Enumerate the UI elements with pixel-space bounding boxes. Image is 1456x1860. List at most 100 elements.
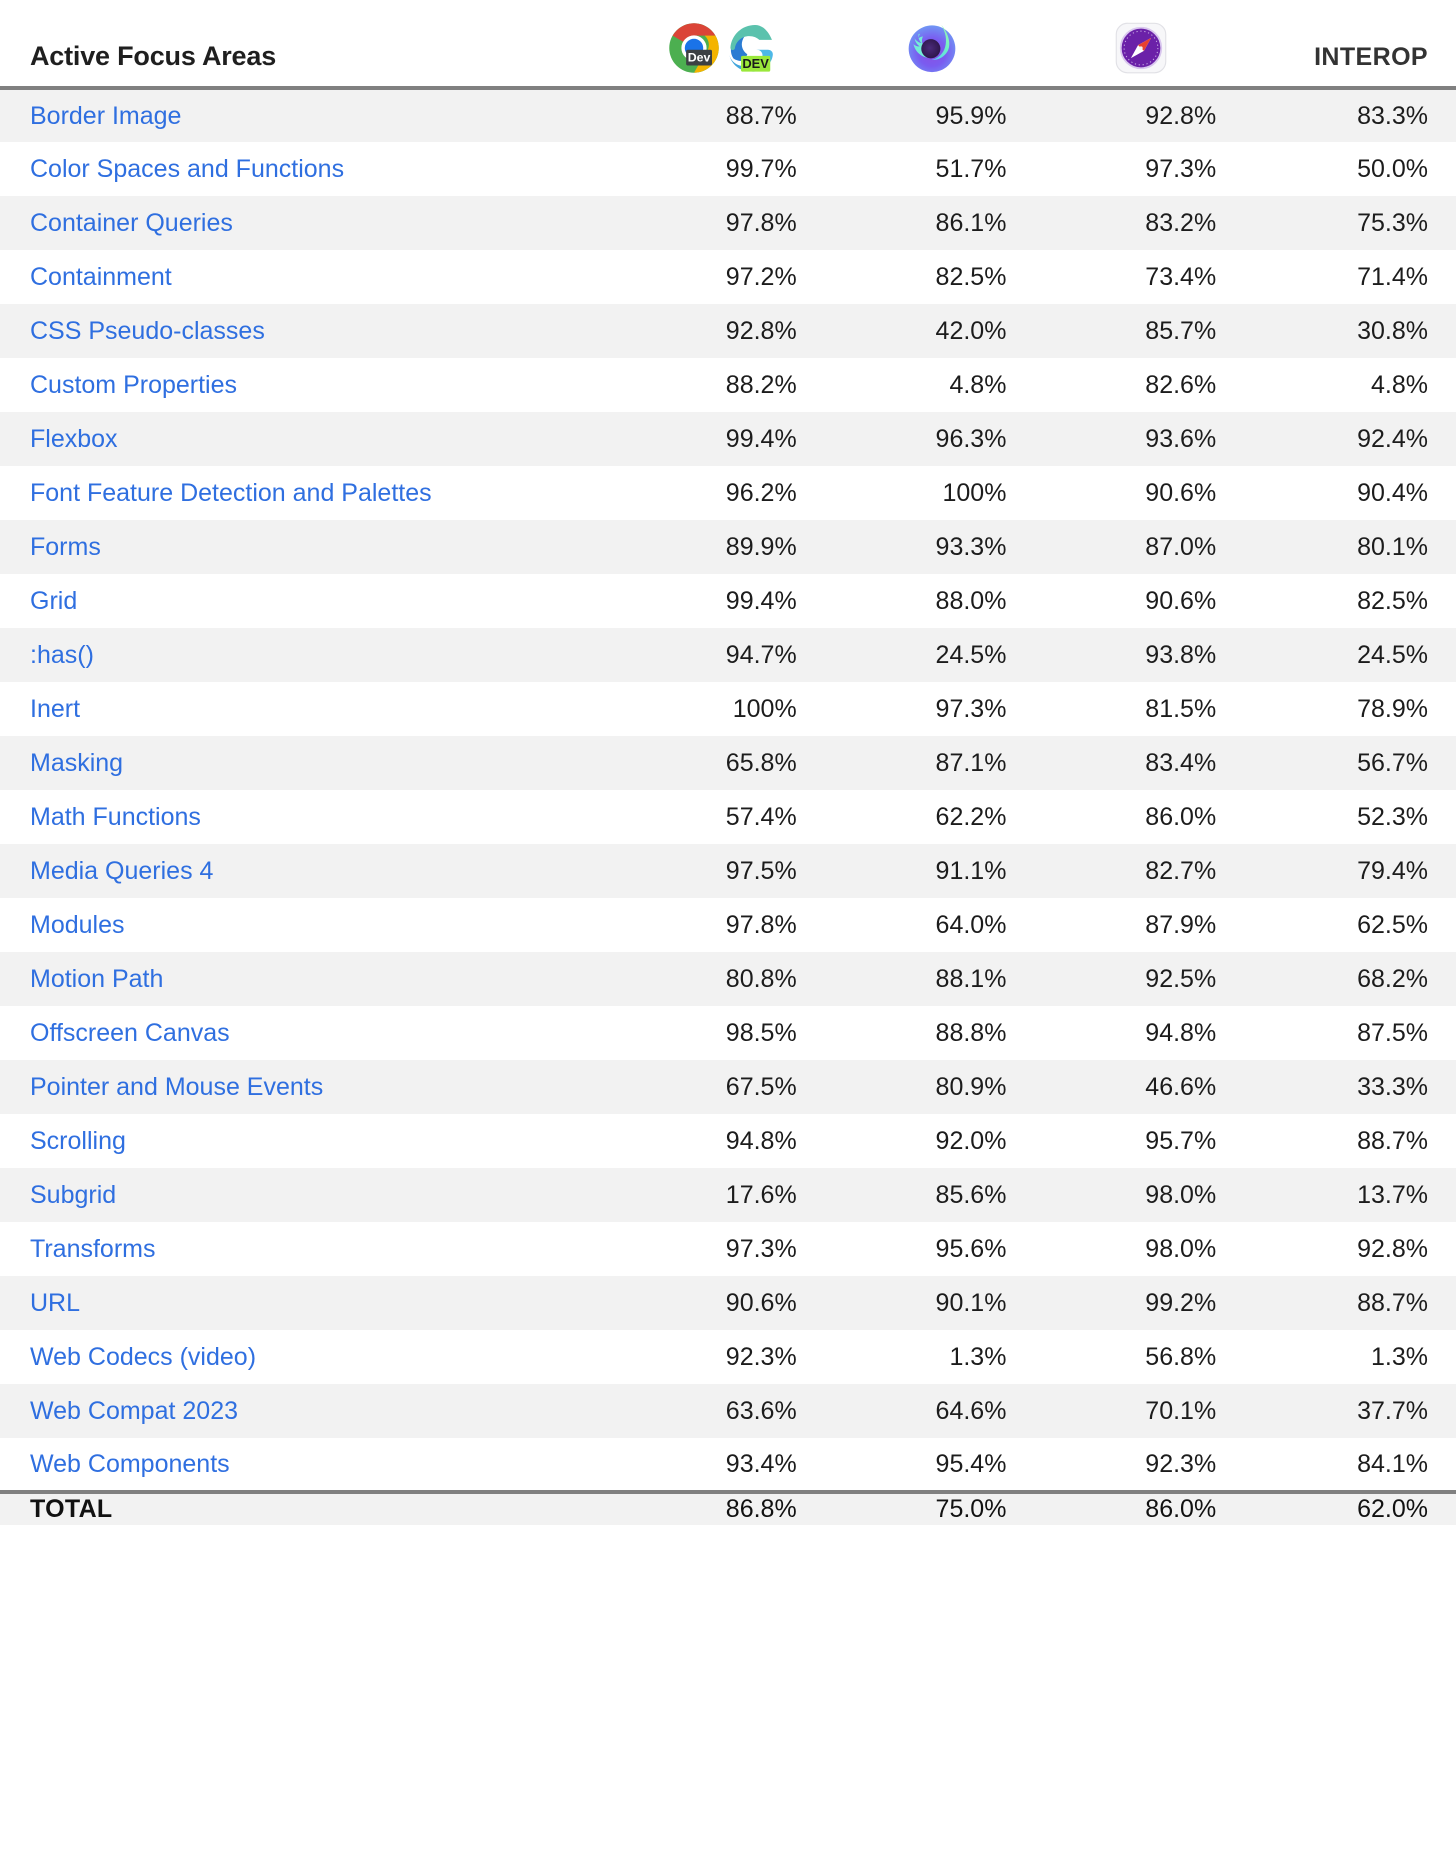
feature-link[interactable]: Math Functions: [30, 803, 201, 831]
score-cell: 71.4%: [1357, 262, 1428, 291]
feature-link[interactable]: Web Compat 2023: [30, 1397, 238, 1425]
feature-link[interactable]: Web Codecs (video): [30, 1343, 256, 1371]
score-cell: 94.8%: [1145, 1018, 1217, 1047]
feature-name-cell: Border Image: [0, 88, 617, 142]
feature-link[interactable]: Forms: [30, 533, 101, 561]
feature-link[interactable]: Pointer and Mouse Events: [30, 1073, 323, 1101]
table-row: Container Queries 97.8% 86.1% 83.2% 75.3%: [0, 196, 1456, 250]
svg-text:DEV: DEV: [742, 56, 769, 71]
feature-link[interactable]: CSS Pseudo-classes: [30, 317, 265, 345]
feature-link[interactable]: Scrolling: [30, 1127, 126, 1155]
score-cell: 95.4%: [935, 1449, 1007, 1478]
feature-link[interactable]: Color Spaces and Functions: [30, 155, 344, 183]
score-cell: 1.3%: [949, 1342, 1007, 1371]
feature-link[interactable]: Flexbox: [30, 425, 118, 453]
score-cell: 97.3%: [725, 1234, 797, 1263]
score-cell: 88.7%: [1357, 1126, 1428, 1155]
score-cell: 4.8%: [1371, 370, 1428, 399]
score-cell: 24.5%: [1357, 640, 1428, 669]
total-score-cell: 86.0%: [1036, 1490, 1247, 1525]
score-cell: 88.7%: [725, 101, 797, 130]
table-row: Font Feature Detection and Palettes 96.2%…: [0, 466, 1456, 520]
chrome-dev-icon: Dev: [667, 21, 721, 75]
score-cell: 92.3%: [1145, 1449, 1217, 1478]
feature-link[interactable]: Transforms: [30, 1235, 155, 1263]
feature-link[interactable]: Media Queries 4: [30, 857, 213, 885]
table-row: Pointer and Mouse Events 67.5% 80.9% 46.6% 3…: [0, 1060, 1456, 1114]
feature-link[interactable]: Grid: [30, 587, 77, 615]
feature-link[interactable]: Modules: [30, 911, 125, 939]
feature-link[interactable]: Custom Properties: [30, 371, 237, 399]
feature-link[interactable]: :has(): [30, 641, 94, 669]
score-cell: 68.2%: [1357, 964, 1428, 993]
feature-name-cell: Color Spaces and Functions: [0, 142, 617, 196]
feature-link[interactable]: Subgrid: [30, 1181, 116, 1209]
score-cell: 97.3%: [1145, 154, 1217, 183]
table-row: Web Codecs (video) 92.3% 1.3% 56.8% 1.3%: [0, 1330, 1456, 1384]
score-cell: 97.5%: [725, 856, 797, 885]
feature-name-cell: Scrolling: [0, 1114, 617, 1168]
score-cell: 88.8%: [935, 1018, 1007, 1047]
feature-link[interactable]: Web Components: [30, 1450, 230, 1478]
feature-link[interactable]: Masking: [30, 749, 123, 777]
score-cell: 46.6%: [1145, 1072, 1217, 1101]
score-cell: 90.4%: [1357, 478, 1428, 507]
feature-name-cell: Offscreen Canvas: [0, 1006, 617, 1060]
score-cell: 100%: [942, 478, 1007, 507]
feature-link[interactable]: Inert: [30, 695, 80, 723]
column-header-safari-technology-preview: [1036, 0, 1247, 90]
total-row: TOTAL 86.8% 75.0% 86.0% 62.0%: [0, 1490, 1456, 1525]
feature-link[interactable]: URL: [30, 1289, 80, 1317]
score-cell: 70.1%: [1145, 1396, 1217, 1425]
feature-link[interactable]: Font Feature Detection and Palettes: [30, 479, 432, 507]
score-cell: 56.7%: [1357, 748, 1428, 777]
score-cell: 13.7%: [1357, 1180, 1428, 1209]
score-cell: 93.3%: [935, 532, 1007, 561]
score-cell: 92.8%: [1357, 1234, 1428, 1263]
table-row: Subgrid 17.6% 85.6% 98.0% 13.7%: [0, 1168, 1456, 1222]
feature-name-cell: Motion Path: [0, 952, 617, 1006]
score-cell: 64.6%: [935, 1396, 1007, 1425]
score-cell: 80.8%: [725, 964, 797, 993]
feature-name-cell: :has(): [0, 628, 617, 682]
table-body: Border Image 88.7% 95.9% 92.8% 83.3% Color Sp…: [0, 88, 1456, 1492]
chrome-edge-dev-icon-group: Dev DEV: [667, 21, 777, 75]
score-cell: 86.1%: [935, 208, 1007, 237]
score-cell: 97.8%: [725, 910, 797, 939]
score-cell: 96.3%: [935, 424, 1007, 453]
score-cell: 84.1%: [1357, 1449, 1428, 1478]
feature-link[interactable]: Border Image: [30, 102, 181, 130]
score-cell: 37.7%: [1357, 1396, 1428, 1425]
feature-name-cell: CSS Pseudo-classes: [0, 304, 617, 358]
page-title: Active Focus Areas: [0, 0, 617, 90]
feature-link[interactable]: Container Queries: [30, 209, 233, 237]
score-cell: 82.5%: [1357, 586, 1428, 615]
score-cell: 87.9%: [1145, 910, 1217, 939]
table-row: Motion Path 80.8% 88.1% 92.5% 68.2%: [0, 952, 1456, 1006]
feature-link[interactable]: Motion Path: [30, 965, 163, 993]
score-cell: 80.1%: [1357, 532, 1428, 561]
score-cell: 98.0%: [1145, 1234, 1217, 1263]
table-row: Border Image 88.7% 95.9% 92.8% 83.3%: [0, 88, 1456, 142]
score-cell: 88.2%: [725, 370, 797, 399]
score-cell: 99.4%: [725, 424, 797, 453]
feature-name-cell: Font Feature Detection and Palettes: [0, 466, 617, 520]
feature-name-cell: Custom Properties: [0, 358, 617, 412]
total-score-cell: 62.0%: [1246, 1490, 1456, 1525]
score-cell: 88.1%: [935, 964, 1007, 993]
score-cell: 93.6%: [1145, 424, 1217, 453]
total-score-cell: 86.8%: [616, 1490, 827, 1525]
score-cell: 82.7%: [1145, 856, 1217, 885]
feature-name-cell: Web Components: [0, 1438, 617, 1492]
table-row: Modules 97.8% 64.0% 87.9% 62.5%: [0, 898, 1456, 952]
table-row: Flexbox 99.4% 96.3% 93.6% 92.4%: [0, 412, 1456, 466]
feature-name-cell: URL: [0, 1276, 617, 1330]
table-row: Forms 89.9% 93.3% 87.0% 80.1%: [0, 520, 1456, 574]
feature-link[interactable]: Containment: [30, 263, 172, 291]
score-cell: 52.3%: [1357, 802, 1428, 831]
table-row: :has() 94.7% 24.5% 93.8% 24.5%: [0, 628, 1456, 682]
score-cell: 94.7%: [725, 640, 797, 669]
edge-dev-icon: DEV: [723, 21, 777, 75]
feature-link[interactable]: Offscreen Canvas: [30, 1019, 230, 1047]
feature-name-cell: Media Queries 4: [0, 844, 617, 898]
